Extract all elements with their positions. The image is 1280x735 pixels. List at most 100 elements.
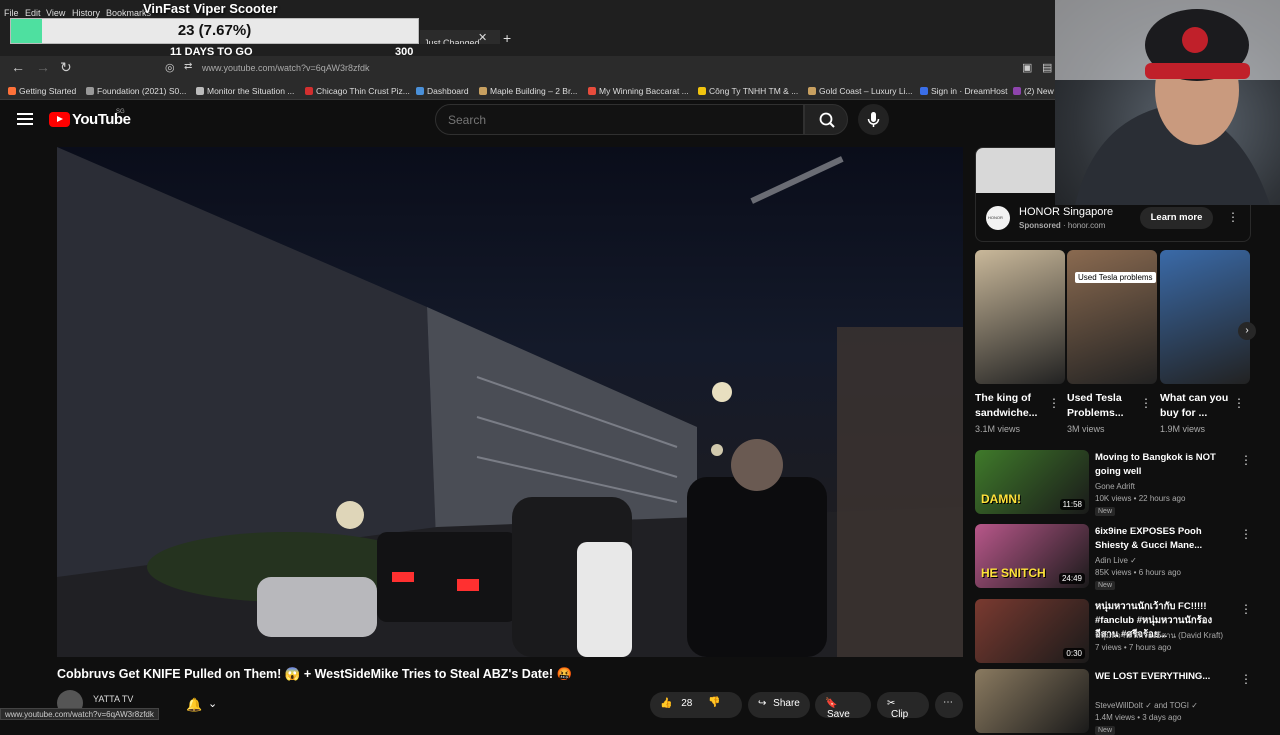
short-menu-icon[interactable]: ⋮ [1233, 396, 1245, 410]
bookmark-item[interactable]: Maple Building – 2 Br... [479, 86, 577, 96]
save-icon: 🔖 [825, 698, 838, 709]
short-title[interactable]: Used Tesla Problems... [1067, 391, 1137, 421]
reader-icon[interactable]: ▤ [1042, 61, 1052, 74]
learn-more-button[interactable]: Learn more [1140, 207, 1213, 229]
address-bar[interactable]: www.youtube.com/watch?v=6qAW3r8zfdk [202, 63, 370, 73]
new-badge: New [1095, 726, 1116, 735]
stream-goal-progress-bar: 23 (7.67%) [10, 18, 419, 44]
bookmark-item[interactable]: Sign in · DreamHost [920, 86, 1008, 96]
related-menu-icon[interactable]: ⋮ [1240, 527, 1252, 541]
ad-domain: honor.com [1067, 221, 1106, 230]
related-title[interactable]: Moving to Bangkok is NOT going well [1095, 451, 1235, 479]
short-title[interactable]: What can you buy for ... [1160, 391, 1230, 421]
short-thumbnail[interactable] [975, 250, 1065, 384]
chevron-right-icon[interactable]: › [1238, 322, 1256, 340]
streamer-webcam [1055, 0, 1280, 205]
menu-view[interactable]: View [46, 8, 65, 18]
bookmark-item[interactable]: Công Ty TNHH TM & ... [698, 86, 798, 96]
video-duration: 24:49 [1058, 573, 1085, 584]
related-menu-icon[interactable]: ⋮ [1240, 602, 1252, 616]
video-duration: 0:30 [1063, 648, 1085, 659]
ad-menu-icon[interactable]: ⋮ [1227, 210, 1239, 224]
voice-search-button[interactable] [858, 104, 889, 135]
bookmark-item[interactable]: Dashboard [416, 86, 469, 96]
short-menu-icon[interactable]: ⋮ [1048, 396, 1060, 410]
search-box[interactable] [435, 104, 804, 135]
ad-logo: HONOR [986, 206, 1010, 230]
related-meta: 1.4M views • 3 days ago [1095, 713, 1182, 722]
short-title[interactable]: The king of sandwiche... [975, 391, 1045, 421]
video-duration: 11:58 [1059, 499, 1085, 510]
menu-file[interactable]: File [4, 8, 19, 18]
video-frame [57, 147, 963, 657]
menu-icon[interactable] [17, 113, 33, 125]
status-bar-url: www.youtube.com/watch?v=6qAW3r8zfdk [0, 708, 159, 720]
search-button[interactable] [804, 104, 848, 135]
tab-close-icon[interactable]: ✕ [478, 31, 487, 44]
related-menu-icon[interactable]: ⋮ [1240, 672, 1252, 686]
save-label: Save [827, 709, 850, 720]
search-icon [819, 112, 835, 128]
bookmark-item[interactable]: My Winning Baccarat ... [588, 86, 689, 96]
share-icon: ↪ [758, 698, 767, 709]
share-label: Share [773, 698, 800, 709]
like-count: 28 [681, 698, 693, 709]
microphone-icon [867, 112, 880, 127]
search-input[interactable] [448, 113, 788, 127]
related-menu-icon[interactable]: ⋮ [1240, 453, 1252, 467]
channel-name[interactable]: YATTA TV [93, 694, 133, 704]
shield-icon[interactable]: ◎ [165, 61, 175, 74]
region-code: SG [116, 109, 125, 115]
menu-edit[interactable]: Edit [25, 8, 41, 18]
related-thumbnail[interactable]: HE SNITCH 24:49 [975, 524, 1089, 588]
thumbs-down-icon[interactable]: 👎 [708, 697, 720, 708]
related-meta: 85K views • 6 hours ago [1095, 568, 1181, 577]
forward-icon[interactable]: → [36, 59, 50, 75]
short-views: 3M views [1067, 424, 1105, 434]
ad-logo-text: HONOR [988, 215, 1003, 220]
back-icon[interactable]: ← [11, 59, 25, 75]
ad-title[interactable]: HONOR Singapore [1019, 206, 1113, 218]
progress-label: 23 (7.67%) [177, 22, 252, 39]
sponsored-label: Sponsored [1019, 221, 1061, 230]
like-button[interactable]: 👍 28 👎 [650, 692, 742, 718]
stream-goal-title: VinFast Viper Scooter [143, 1, 278, 16]
thumbnail-text: HE SNITCH [981, 566, 1046, 580]
new-badge: New [1095, 581, 1116, 590]
thumbs-up-icon: 👍 [660, 698, 673, 709]
short-thumbnail[interactable] [1160, 250, 1250, 384]
bookmark-item[interactable]: Monitor the Situation ... [196, 86, 294, 96]
clip-button[interactable]: ✂ Clip [877, 692, 929, 720]
save-button[interactable]: 🔖 Save [815, 692, 871, 720]
related-title[interactable]: 6ix9ine EXPOSES Pooh Shiesty & Gucci Man… [1095, 525, 1235, 553]
more-icon: ⋯ [943, 697, 953, 708]
bookmark-item[interactable]: Foundation (2021) S0... [86, 86, 186, 96]
related-thumbnail[interactable] [975, 669, 1089, 733]
short-views: 1.9M views [1160, 424, 1206, 434]
scissors-icon: ✂ [887, 698, 896, 709]
reload-icon[interactable]: ↻ [60, 59, 72, 76]
bookmark-item[interactable]: Gold Coast – Luxury Li... [808, 86, 913, 96]
menu-history[interactable]: History [72, 8, 100, 18]
related-thumbnail[interactable]: DAMN! 11:58 [975, 450, 1089, 514]
notification-bell-icon[interactable]: 🔔 [186, 697, 202, 713]
bookmark-item[interactable]: Getting Started [8, 86, 76, 96]
related-thumbnail[interactable]: 0:30 [975, 599, 1089, 663]
thumbnail-text: DAMN! [981, 492, 1021, 506]
page-action-icon[interactable]: ▣ [1022, 61, 1032, 74]
short-menu-icon[interactable]: ⋮ [1140, 396, 1152, 410]
ad-subtitle: Sponsored · honor.com [1019, 221, 1106, 230]
related-meta: 10K views • 22 hours ago [1095, 494, 1186, 503]
webcam-overlay [1055, 0, 1280, 205]
clip-label: Clip [891, 709, 909, 720]
share-button[interactable]: ↪ Share [748, 692, 810, 718]
video-player[interactable] [57, 147, 963, 657]
related-title[interactable]: WE LOST EVERYTHING... [1095, 670, 1235, 684]
new-badge: New [1095, 507, 1116, 516]
more-actions-button[interactable]: ⋯ [935, 692, 963, 718]
short-thumbnail[interactable]: Used Tesla problems [1067, 250, 1157, 384]
permissions-icon[interactable]: ⇄ [184, 61, 192, 72]
bookmark-item[interactable]: Chicago Thin Crust Piz... [305, 86, 410, 96]
youtube-logo-icon[interactable] [49, 112, 70, 127]
chevron-down-icon[interactable]: ⌄ [208, 697, 217, 710]
